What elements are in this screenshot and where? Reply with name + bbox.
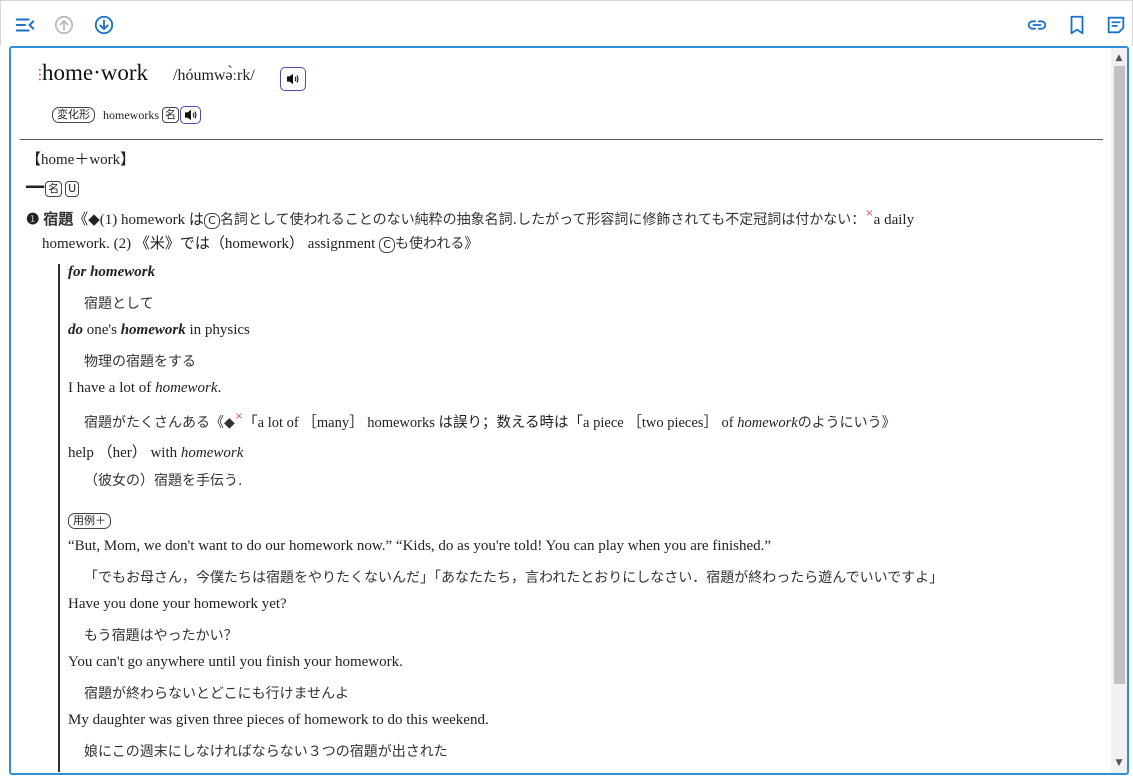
phrase-2-ja: 物理の宿題をする: [84, 354, 196, 370]
arrow-down-circle-icon[interactable]: [92, 13, 116, 37]
countable-mark: C: [203, 213, 220, 229]
scroll-down-arrow-icon[interactable]: ▼: [1111, 755, 1127, 771]
note-line2-a: homework. (2) 《米》では（homework） assignment: [42, 236, 380, 252]
headword: home·work: [42, 60, 149, 85]
phrase-3-ja-a: 宿題がたくさんある《◆: [84, 415, 235, 431]
speaker-icon: [287, 73, 299, 85]
sense-number: ❶: [26, 212, 40, 228]
phrase-3: I have a lot of homework.: [68, 380, 221, 397]
entry-header: ⋮ home·work /hóumwə̀ːrk/ 変化形 homeworks 名: [20, 48, 1103, 140]
example-4-en: My daughter was given three pieces of ho…: [68, 712, 489, 728]
entry-panel: ⋮ home·work /hóumwə̀ːrk/ 変化形 homeworks 名…: [9, 46, 1129, 775]
bookmark-icon[interactable]: [1065, 13, 1089, 37]
note-tail: a daily: [873, 212, 915, 228]
phrase-3-ja-b: 「a lot of ［many］ homeworks は誤り；数える時は「a p…: [243, 415, 738, 431]
phrase-3-a: I have a lot of: [68, 380, 156, 396]
example-1-ja: 「でもお母さん，今僕たちは宿題をやりたくないんだ」「あなたたち，言われたとおりに…: [84, 570, 944, 586]
link-icon[interactable]: [1025, 13, 1049, 37]
phrase-2-tail: in physics: [185, 322, 250, 338]
speaker-icon: [184, 109, 196, 121]
example-4-ja: 娘にこの週末にしなければならない３つの宿題が出された: [84, 744, 448, 760]
countability-label: U: [65, 181, 80, 197]
example-2-en: Have you done your homework yet?: [68, 596, 287, 612]
incorrect-mark: ×: [865, 208, 874, 219]
phrase-3-b: .: [217, 380, 222, 396]
phrase-4: help （her） with homework: [68, 441, 243, 462]
phrase-3-ja-c: のようにいう》: [797, 415, 896, 431]
phrase-1: for homework: [68, 264, 155, 281]
examples-toggle[interactable]: 用例＋: [68, 512, 111, 529]
menu-collapse-icon[interactable]: [13, 13, 37, 37]
scroll-thumb[interactable]: [1114, 66, 1125, 684]
phrase-block-bar: [58, 264, 60, 772]
toolbar: [0, 0, 1133, 46]
etymology: 【home＋work】: [26, 152, 136, 168]
vertical-scrollbar[interactable]: ▲ ▼: [1111, 48, 1127, 773]
scroll-up-arrow-icon[interactable]: ▲: [1111, 50, 1127, 66]
phrase-2-mid: one's: [83, 322, 121, 338]
inflection-form: homeworks: [103, 107, 159, 122]
inflection-row: 変化形 homeworks 名: [52, 106, 201, 124]
phrase-1-en: for homework: [68, 264, 156, 280]
countable-mark-2: C: [379, 237, 396, 253]
phrase-2-bold: do: [68, 322, 83, 338]
phrase-4-a: help （her） with: [68, 445, 181, 461]
examples-toggle-button[interactable]: 用例＋: [68, 513, 111, 529]
phrase-3-i2: homework: [737, 415, 798, 431]
sense-row: ❶ 宿題《◆(1) homework は C 名詞として使われることのない純粋の抽象…: [26, 208, 914, 229]
phrase-1-ja: 宿題として: [84, 296, 154, 312]
pronunciation: /hóumwə̀ːrk/: [173, 67, 255, 84]
play-inflection-sound-button[interactable]: [180, 106, 201, 124]
entry-content: ⋮ home·work /hóumwə̀ːrk/ 変化形 homeworks 名…: [11, 48, 1111, 773]
note-mid: 名詞として使われることのない純粋の抽象名詞.したがって形容詞に修飾されても不定冠…: [219, 212, 866, 228]
example-1-en: “But, Mom, we don't want to do our homew…: [68, 538, 772, 554]
note-line2-b: も使われる》: [395, 236, 479, 252]
importance-mark-icon: ⋮: [33, 67, 47, 83]
inflection-pos: 名: [162, 107, 179, 123]
example-3-en: You can't go anywhere until you finish y…: [68, 654, 403, 670]
phrase-3-i: homework: [155, 380, 218, 396]
sense-word: 宿題: [43, 210, 74, 228]
pos-label: 名: [45, 181, 63, 197]
phrase-2: do one's homework in physics: [68, 322, 250, 339]
note-open: 《◆(1) homework は: [73, 212, 204, 228]
pos-row: ━━ 名 U: [26, 178, 80, 197]
play-sound-button[interactable]: [280, 67, 306, 91]
note-icon[interactable]: [1104, 13, 1128, 37]
phrase-2-bi: homework: [120, 322, 186, 338]
example-2-ja: もう宿題はやったかい？: [84, 628, 238, 644]
arrow-up-circle-icon[interactable]: [52, 13, 76, 37]
example-3-ja: 宿題が終わらないとどこにも行けませんよ: [84, 686, 350, 702]
sense-row-2: homework. (2) 《米》では（homework） assignment…: [42, 232, 478, 253]
pos-dash: ━━: [26, 180, 45, 196]
phrase-3-ja: 宿題がたくさんある《◆×「a lot of ［many］ homeworks は…: [84, 411, 896, 432]
phrase-4-ja: （彼女の）宿題を手伝う.: [84, 473, 243, 489]
incorrect-mark-2: ×: [234, 411, 244, 422]
phrase-4-i: homework: [180, 445, 244, 461]
inflection-label: 変化形: [52, 107, 95, 123]
